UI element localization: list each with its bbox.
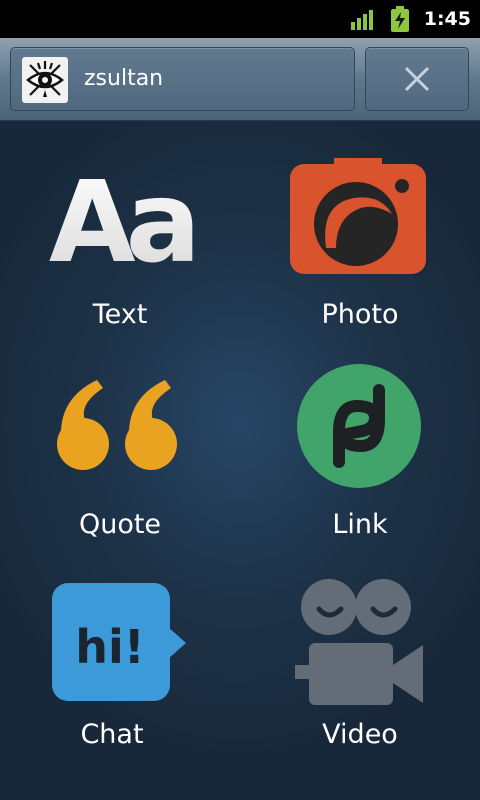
quote-marks-icon [57, 380, 177, 470]
post-type-grid: Aa Text Photo Quote Link hi! Chat Video [0, 121, 480, 800]
account-header: zsultan [0, 38, 480, 121]
post-type-label: Link [332, 509, 388, 540]
eye-logo-icon [26, 61, 64, 97]
status-bar: 1:45 [0, 0, 480, 38]
svg-text:Aa: Aa [49, 159, 193, 269]
post-type-chat[interactable]: hi! Chat [0, 541, 240, 751]
close-x-icon [404, 66, 430, 92]
avatar [22, 57, 68, 103]
text-aa-icon: Aa [49, 159, 198, 269]
link-infinity-icon [297, 364, 421, 488]
post-type-label: Photo [321, 299, 399, 330]
post-type-photo[interactable]: Photo [240, 121, 480, 331]
camera-icon [290, 158, 426, 274]
clock: 1:45 [423, 8, 471, 30]
signal-bars-icon [351, 10, 373, 30]
close-button[interactable] [365, 47, 469, 111]
post-type-link[interactable]: Link [240, 331, 480, 541]
post-type-label: Quote [78, 509, 162, 540]
post-type-text[interactable]: Aa Text [0, 121, 240, 331]
chat-bubble-hi-icon: hi! [52, 583, 186, 701]
post-type-quote[interactable]: Quote [0, 331, 240, 541]
post-type-label: Chat [80, 719, 144, 750]
post-type-label: Video [322, 719, 398, 750]
username: zsultan [84, 66, 164, 91]
video-camera-icon [295, 579, 423, 705]
battery-charging-icon [391, 6, 409, 32]
chat-bubble-text: hi! [75, 620, 145, 674]
post-type-video[interactable]: Video [240, 541, 480, 751]
account-selector[interactable]: zsultan [10, 47, 355, 111]
post-type-label: Text [92, 299, 148, 330]
